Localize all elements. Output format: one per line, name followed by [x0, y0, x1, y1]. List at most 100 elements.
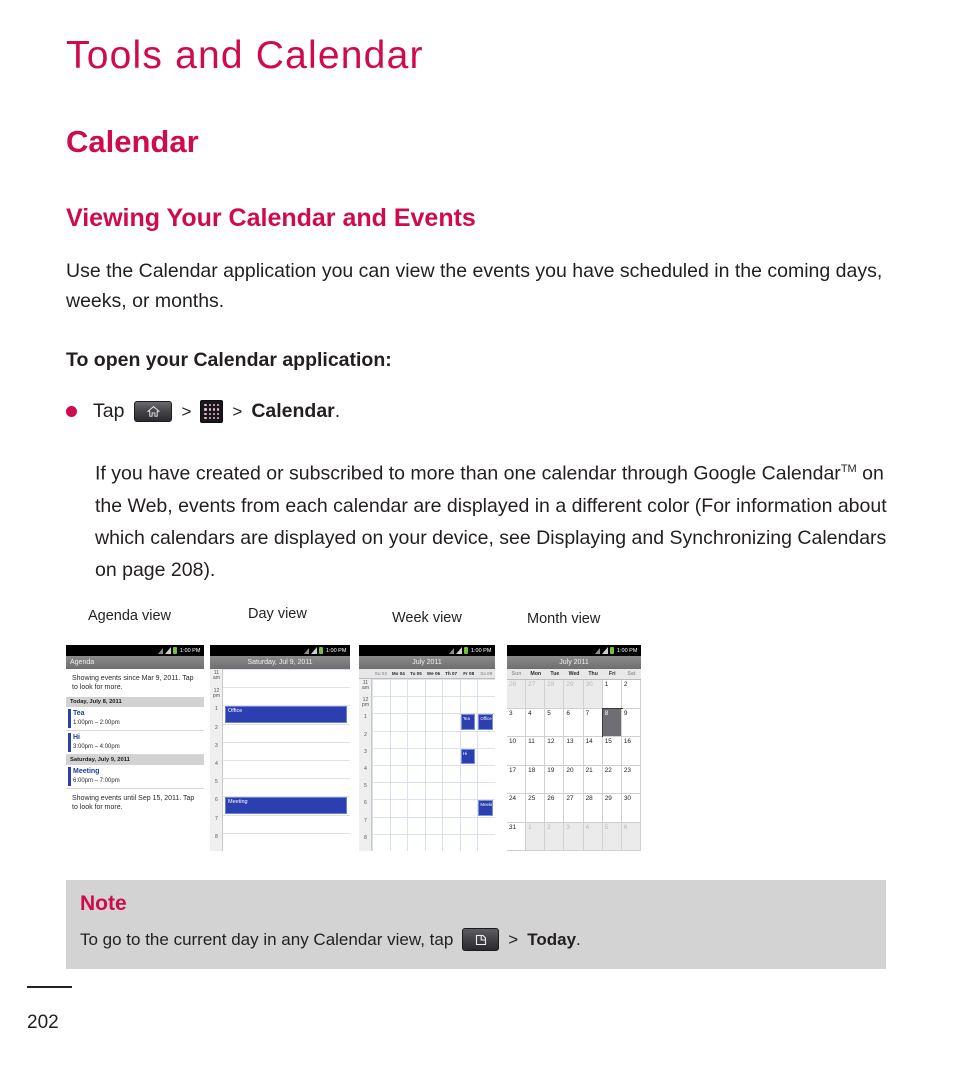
month-cell[interactable]: 30 — [583, 680, 603, 709]
month-cell[interactable]: 7 — [583, 708, 603, 737]
month-cell[interactable]: 5 — [602, 822, 622, 851]
agenda-title-bar: Agenda — [66, 656, 204, 669]
month-cell[interactable]: 2 — [545, 822, 565, 851]
month-cell[interactable]: 21 — [583, 765, 603, 794]
day-hour-label: 1 — [215, 706, 218, 713]
week-event-block[interactable]: Tea — [460, 714, 476, 730]
footer-rule — [27, 986, 72, 988]
tap-label: Tap — [93, 400, 125, 422]
week-day-headers: Su 03 Mo 04 Tu 05 We 06 Th 07 Fr 08 Sa 09 — [359, 669, 495, 679]
month-cell[interactable]: 20 — [564, 765, 584, 794]
menu-key-icon[interactable] — [462, 928, 500, 951]
status-bar: 1:00 PM — [507, 645, 641, 656]
agenda-event-hours: 6:00pm – 7:00pm — [73, 778, 120, 784]
week-event-block[interactable]: Office — [478, 714, 493, 730]
agenda-list: Today, July 8, 2011 Tea 1:00pm – 2:00pm Hi 3… — [66, 697, 204, 789]
month-cell[interactable]: 22 — [602, 765, 622, 794]
home-key-icon[interactable] — [134, 401, 173, 422]
agenda-event[interactable]: Tea 1:00pm – 2:00pm — [66, 707, 204, 731]
signal-icon — [157, 647, 163, 654]
month-cell[interactable]: 6 — [564, 708, 584, 737]
month-cell[interactable]: 6 — [621, 822, 641, 851]
month-cell[interactable]: 1 — [526, 822, 546, 851]
note-body: To go to the current day in any Calendar… — [80, 928, 581, 951]
note-box: Note To go to the current day in any Cal… — [66, 880, 886, 969]
week-day-column — [477, 679, 479, 851]
month-cell[interactable]: 28 — [583, 794, 603, 823]
day-event-block[interactable]: Meeting — [225, 797, 347, 814]
month-cell[interactable]: 4 — [526, 708, 546, 737]
month-cell[interactable]: 28 — [545, 680, 565, 709]
month-cell[interactable]: 29 — [564, 680, 584, 709]
month-cell[interactable]: 13 — [564, 737, 584, 766]
agenda-event[interactable]: Hi 3:00pm – 4:00pm — [66, 731, 204, 755]
week-hour-label: 1 — [364, 714, 367, 721]
day-hour-line — [223, 687, 350, 689]
month-cell[interactable]: 1 — [602, 680, 622, 709]
month-cell[interactable]: 26 — [507, 680, 527, 709]
month-cell[interactable]: 17 — [507, 765, 527, 794]
agenda-event-hours: 1:00pm – 2:00pm — [73, 720, 120, 726]
bullet-dot — [66, 406, 77, 417]
month-cell[interactable]: 5 — [545, 708, 565, 737]
month-cell[interactable]: 14 — [583, 737, 603, 766]
month-cell[interactable]: 4 — [583, 822, 603, 851]
month-cell[interactable]: 16 — [621, 737, 641, 766]
apps-grid-icon[interactable] — [200, 400, 224, 423]
screenshot-agenda-view: 1:00 PM Agenda Showing events since Mar … — [66, 645, 204, 851]
page-title: Tools and Calendar — [66, 34, 424, 77]
week-event-block[interactable]: Meeting — [478, 800, 493, 816]
agenda-event[interactable]: Meeting 6:00pm – 7:00pm — [66, 765, 204, 789]
month-cell-selected[interactable]: 8 — [601, 707, 623, 738]
week-event-block[interactable]: Hi — [460, 748, 476, 764]
signal-icon — [448, 647, 454, 654]
bullet-step: Tap > > Calendar . — [66, 400, 766, 423]
month-cell[interactable]: 26 — [545, 794, 565, 823]
month-cell[interactable]: 10 — [507, 737, 527, 766]
week-hour-label: 5 — [364, 783, 367, 790]
week-day-column — [459, 679, 461, 851]
note-text: To go to the current day in any Calendar… — [80, 929, 454, 949]
month-cell[interactable]: 27 — [564, 794, 584, 823]
week-day-header: Tu 05 — [410, 671, 422, 676]
month-cell[interactable]: 15 — [602, 737, 622, 766]
procedure-subheading: To open your Calendar application: — [66, 349, 392, 371]
month-cell[interactable]: 3 — [564, 822, 584, 851]
day-hour-line — [223, 723, 350, 725]
manual-page: Tools and Calendar Calendar Viewing Your… — [0, 0, 954, 1074]
day-hour-label: 11 am — [212, 670, 221, 681]
month-cell[interactable]: 30 — [621, 794, 641, 823]
status-bar: 1:00 PM — [359, 645, 495, 656]
screenshot-day-view: 1:00 PM Saturday, Jul 9, 2011 11 am 12 pm 1 2… — [210, 645, 350, 851]
month-cell[interactable]: 11 — [526, 737, 546, 766]
month-cell[interactable]: 12 — [545, 737, 565, 766]
month-cell[interactable]: 24 — [507, 794, 527, 823]
month-cell[interactable]: 25 — [526, 794, 546, 823]
note-separator: > — [508, 929, 519, 949]
month-cell[interactable]: 23 — [621, 765, 641, 794]
week-grid: 11am 12pm 1 2 3 4 5 6 7 8 TeaOffice Hi Meeting — [359, 679, 495, 851]
screenshot-week-view: 1:00 PM July 2011 Su 03 Mo 04 Tu 05 We 06 Th… — [359, 645, 495, 851]
week-day-column — [442, 679, 444, 851]
day-event-block[interactable]: Office — [225, 706, 347, 723]
agenda-event-title: Tea — [73, 710, 85, 717]
day-grid: 11 am 12 pm 1 2 3 4 5 6 7 8 Office Meeting — [210, 669, 350, 851]
day-hour-line — [223, 669, 350, 670]
bullet-period: . — [334, 400, 341, 422]
day-hour-label: 12 pm — [212, 688, 221, 700]
month-cell[interactable]: 19 — [545, 765, 565, 794]
month-cell[interactable]: 29 — [602, 794, 622, 823]
week-hour-label: 3 — [364, 748, 367, 755]
month-cell[interactable]: 31 — [507, 822, 527, 851]
month-cell[interactable]: 2 — [621, 680, 641, 709]
screenshot-month-view: 1:00 PM July 2011 Sun Mon Tue Wed Thu Fri Sat … — [507, 645, 641, 851]
week-day-column — [424, 679, 426, 851]
agenda-day-header: Today, July 8, 2011 — [66, 697, 204, 707]
month-cell[interactable]: 27 — [526, 680, 546, 709]
month-cell[interactable]: 9 — [621, 708, 641, 737]
week-day-column — [407, 679, 409, 851]
week-day-header: Sa 09 — [480, 671, 493, 676]
month-cell[interactable]: 18 — [526, 765, 546, 794]
month-cell[interactable]: 3 — [507, 708, 527, 737]
day-hour-line — [223, 832, 350, 834]
